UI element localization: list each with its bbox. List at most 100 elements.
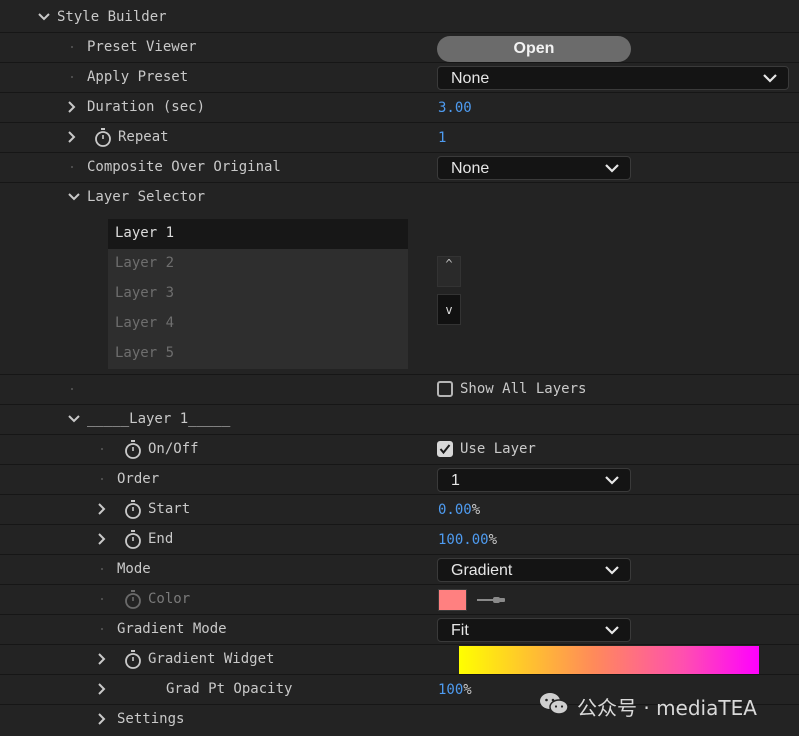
layer-1-group-row[interactable]: _____Layer 1_____ xyxy=(0,405,799,435)
gradient-mode-label: Gradient Mode xyxy=(117,621,227,637)
duration-row: Duration (sec) 3.00 xyxy=(0,93,799,123)
grad-pt-opacity-label: Grad Pt Opacity xyxy=(166,681,293,697)
style-builder-label: Style Builder xyxy=(57,9,167,25)
end-label: End xyxy=(148,531,174,547)
bullet-dot xyxy=(71,166,73,168)
list-item[interactable]: Layer 2 xyxy=(108,249,408,279)
mode-dropdown[interactable]: Gradient xyxy=(437,558,631,582)
end-unit: % xyxy=(488,532,498,548)
color-swatch[interactable] xyxy=(438,589,467,611)
end-value[interactable]: 100.00 xyxy=(438,532,489,548)
chevron-right-icon[interactable] xyxy=(95,652,109,666)
chevron-right-icon[interactable] xyxy=(95,712,109,726)
eyedropper-icon[interactable] xyxy=(476,594,506,606)
layer-list-item-label: Layer 5 xyxy=(115,345,175,361)
bullet-dot xyxy=(101,628,103,630)
mode-value: Gradient xyxy=(451,562,513,579)
composite-row: Composite Over Original None xyxy=(0,153,799,183)
wechat-icon xyxy=(538,690,570,718)
order-value: 1 xyxy=(451,472,460,489)
layer-selector-label: Layer Selector xyxy=(87,189,206,205)
layer-list-item-label: Layer 3 xyxy=(115,285,175,301)
stopwatch-icon[interactable] xyxy=(124,500,142,520)
chevron-right-icon[interactable] xyxy=(95,502,109,516)
composite-value: None xyxy=(451,160,490,177)
repeat-label: Repeat xyxy=(118,129,169,145)
stopwatch-icon xyxy=(124,590,142,610)
duration-label: Duration (sec) xyxy=(87,99,206,115)
style-builder-row[interactable]: Style Builder xyxy=(0,3,799,33)
use-layer-checkbox[interactable] xyxy=(437,441,453,457)
start-value-group: 0.00% xyxy=(438,502,480,518)
bullet-dot xyxy=(71,46,73,48)
chevron-down-icon xyxy=(604,162,620,174)
gradient-widget-label: Gradient Widget xyxy=(148,651,275,667)
apply-preset-label: Apply Preset xyxy=(87,69,189,85)
composite-label: Composite Over Original xyxy=(87,159,281,175)
chevron-right-icon[interactable] xyxy=(95,532,109,546)
mode-row: Mode Gradient xyxy=(0,555,799,585)
bullet-dot xyxy=(101,598,103,600)
open-preset-viewer-button[interactable]: Open xyxy=(437,36,631,62)
apply-preset-dropdown[interactable]: None xyxy=(437,66,789,90)
use-layer-label: Use Layer xyxy=(460,441,536,457)
move-layer-down-button[interactable]: v xyxy=(437,294,461,325)
apply-preset-row: Apply Preset None xyxy=(0,63,799,93)
layer-group-label: _____Layer 1_____ xyxy=(87,411,231,427)
list-item[interactable]: Layer 3 xyxy=(108,279,408,309)
start-row: Start 0.00% xyxy=(0,495,799,525)
repeat-row: Repeat 1 xyxy=(0,123,799,153)
end-value-group: 100.00% xyxy=(438,532,497,548)
move-layer-up-button[interactable]: ^ xyxy=(437,256,461,287)
checkmark-icon xyxy=(439,444,451,455)
gradient-mode-dropdown[interactable]: Fit xyxy=(437,618,631,642)
on-off-row: On/Off Use Layer xyxy=(0,435,799,465)
stopwatch-icon[interactable] xyxy=(94,128,112,148)
repeat-value[interactable]: 1 xyxy=(438,130,446,146)
layer-list[interactable]: Layer 1 Layer 2 Layer 3 Layer 4 Layer 5 xyxy=(108,219,408,369)
layer-list-item-label: Layer 4 xyxy=(115,315,175,331)
duration-value[interactable]: 3.00 xyxy=(438,100,472,116)
gradient-mode-value: Fit xyxy=(451,622,469,639)
list-item[interactable]: Layer 1 xyxy=(108,219,408,249)
chevron-down-icon xyxy=(762,72,778,84)
preset-viewer-row: Preset Viewer Open xyxy=(0,33,799,63)
layer-list-item-label: Layer 1 xyxy=(115,225,175,241)
stopwatch-icon[interactable] xyxy=(124,440,142,460)
bullet-dot xyxy=(101,568,103,570)
show-all-layers-label: Show All Layers xyxy=(460,381,587,397)
order-label: Order xyxy=(117,471,160,487)
list-item[interactable]: Layer 5 xyxy=(108,339,408,369)
composite-dropdown[interactable]: None xyxy=(437,156,631,180)
chevron-down-icon xyxy=(604,624,620,636)
chevron-down-icon[interactable] xyxy=(67,412,81,426)
order-row: Order 1 xyxy=(0,465,799,495)
start-unit: % xyxy=(471,502,481,518)
gradient-preview-bar[interactable] xyxy=(459,646,759,674)
order-dropdown[interactable]: 1 xyxy=(437,468,631,492)
grad-pt-opacity-unit: % xyxy=(463,682,472,698)
list-item[interactable]: Layer 4 xyxy=(108,309,408,339)
watermark-text: 公众号 · mediaTEA xyxy=(577,696,757,720)
stopwatch-icon[interactable] xyxy=(124,650,142,670)
chevron-down-icon[interactable] xyxy=(67,190,81,204)
chevron-right-icon[interactable] xyxy=(65,130,79,144)
grad-pt-opacity-value-group: 100% xyxy=(438,682,472,698)
color-row: Color xyxy=(0,585,799,615)
preset-viewer-label: Preset Viewer xyxy=(87,39,197,55)
chevron-down-icon xyxy=(604,474,620,486)
start-value[interactable]: 0.00 xyxy=(438,502,472,518)
chevron-down-icon[interactable] xyxy=(37,10,51,24)
end-row: End 100.00% xyxy=(0,525,799,555)
chevron-right-icon[interactable] xyxy=(65,100,79,114)
chevron-right-icon[interactable] xyxy=(95,682,109,696)
stopwatch-icon[interactable] xyxy=(124,530,142,550)
bullet-dot xyxy=(101,478,103,480)
layer-list-item-label: Layer 2 xyxy=(115,255,175,271)
grad-pt-opacity-value[interactable]: 100 xyxy=(438,682,463,698)
bullet-dot xyxy=(101,448,103,450)
chevron-down-icon xyxy=(604,564,620,576)
show-all-layers-checkbox[interactable] xyxy=(437,381,453,397)
gradient-mode-row: Gradient Mode Fit xyxy=(0,615,799,645)
mode-label: Mode xyxy=(117,561,151,577)
